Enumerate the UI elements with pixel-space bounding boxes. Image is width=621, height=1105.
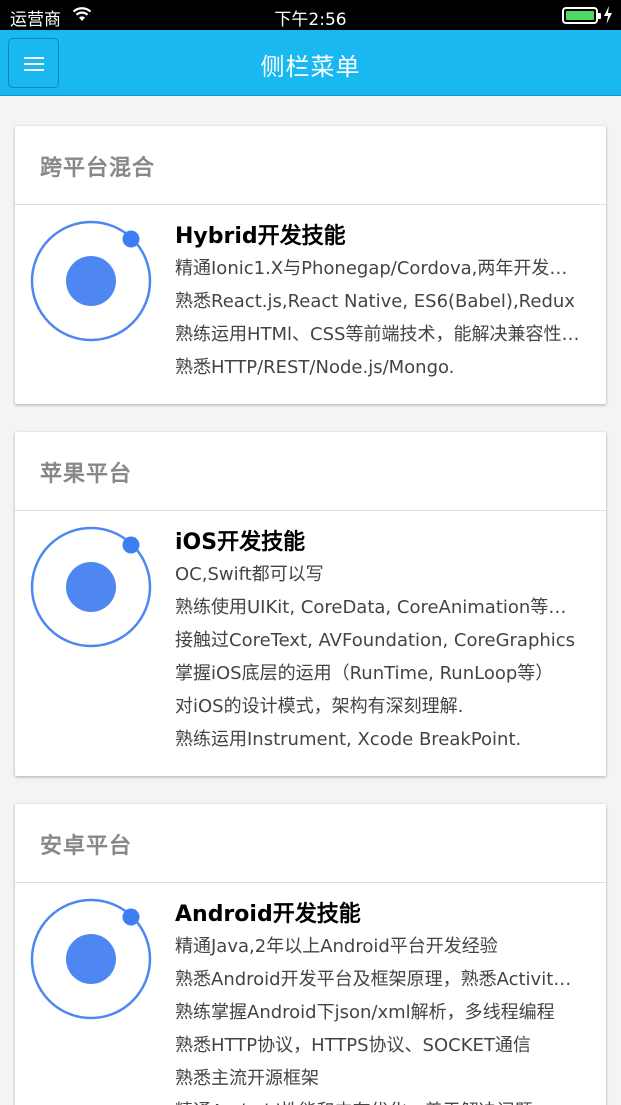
skill-line: 熟悉HTTP协议，HTTPS协议、SOCKET通信 xyxy=(175,1035,531,1056)
scroll-content[interactable]: 跨平台混合 Hybrid开发技能 精通Ionic1.X与Phonegap/Cor… xyxy=(0,96,621,1105)
skill-line: 精通Java,2年以上Android平台开发经验 xyxy=(175,936,498,957)
skill-line: 熟练使用UIKit, CoreData, CoreAnimation等框架 xyxy=(175,597,580,618)
card-body: Android开发技能 精通Java,2年以上Android平台开发经验 熟悉A… xyxy=(15,883,606,1105)
battery-fill xyxy=(566,11,594,20)
ionic-logo-icon xyxy=(30,898,152,1020)
card-ios: 苹果平台 iOS开发技能 OC,Swift都可以写 熟练使用UIKit, Cor… xyxy=(15,432,606,776)
status-bar: 运营商 下午2:56 xyxy=(0,0,621,30)
skill-line: 熟悉HTTP/REST/Node.js/Mongo. xyxy=(175,357,455,378)
skill-line: 熟练运用HTMl、CSS等前端技术，能解决兼容性问题 xyxy=(175,324,580,345)
skill-line: OC,Swift都可以写 xyxy=(175,564,324,585)
skill-title: Android开发技能 xyxy=(175,902,361,927)
charging-bolt-icon xyxy=(604,6,612,24)
skill-line: 精通Android性能和内存优化，善于解决问题 xyxy=(175,1095,580,1105)
clock: 下午2:56 xyxy=(274,10,347,30)
card-hybrid: 跨平台混合 Hybrid开发技能 精通Ionic1.X与Phonegap/Cor… xyxy=(15,126,606,404)
page-title: 侧栏菜单 xyxy=(260,53,361,81)
skill-line: 熟练掌握Android下json/xml解析，多线程编程 xyxy=(175,1002,555,1023)
ionic-logo-icon xyxy=(30,526,152,648)
card-header: 跨平台混合 xyxy=(15,126,606,205)
skill-line: 熟悉React.js,React Native, ES6(Babel),Redu… xyxy=(175,291,575,312)
skill-title: iOS开发技能 xyxy=(175,530,306,555)
skill-line: 熟练运用Instrument, Xcode BreakPoint. xyxy=(175,729,522,750)
skill-line: 精通Ionic1.X与Phonegap/Cordova,两年开发经验 xyxy=(175,258,580,279)
skill-line: 掌握iOS底层的运用（RunTime, RunLoop等） xyxy=(175,663,554,684)
card-body: iOS开发技能 OC,Swift都可以写 熟练使用UIKit, CoreData… xyxy=(15,511,606,776)
skill-line: 接触过CoreText, AVFoundation, CoreGraphics xyxy=(175,630,576,651)
skill-line: 熟悉主流开源框架 xyxy=(175,1068,319,1089)
card-android: 安卓平台 Android开发技能 精通Java,2年以上Android平台开发经… xyxy=(15,804,606,1105)
nav-bar: 侧栏菜单 xyxy=(0,30,621,96)
card-header: 安卓平台 xyxy=(15,804,606,883)
skill-title: Hybrid开发技能 xyxy=(175,224,346,249)
battery-icon xyxy=(562,7,601,24)
card-header: 苹果平台 xyxy=(15,432,606,511)
ionic-logo-icon xyxy=(30,220,152,342)
skill-line: 对iOS的设计模式，架构有深刻理解. xyxy=(175,696,464,717)
skill-line: 熟悉Android开发平台及框架原理，熟悉Activity生命周期 xyxy=(175,969,580,990)
card-body: Hybrid开发技能 精通Ionic1.X与Phonegap/Cordova,两… xyxy=(15,205,606,404)
